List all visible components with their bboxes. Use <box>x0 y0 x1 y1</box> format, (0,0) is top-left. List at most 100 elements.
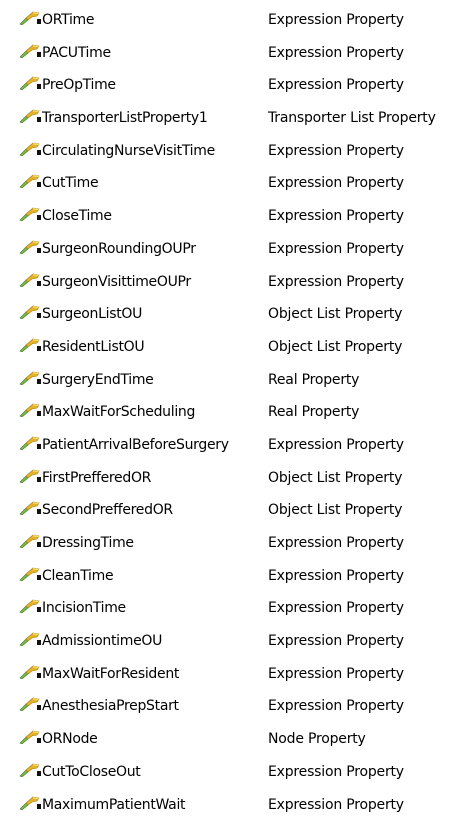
property-type: Expression Property <box>268 592 404 625</box>
property-row[interactable]: CloseTimeExpression Property <box>0 200 466 233</box>
property-wrench-icon <box>19 109 41 123</box>
property-wrench-icon <box>19 632 41 646</box>
property-type: Real Property <box>268 396 359 429</box>
property-wrench-icon <box>19 436 41 450</box>
property-name: CutTime <box>42 167 262 200</box>
property-name: PACUTime <box>42 37 262 70</box>
property-type: Object List Property <box>268 298 402 331</box>
property-type: Expression Property <box>268 69 404 102</box>
property-name: PreOpTime <box>42 69 262 102</box>
property-name: MaximumPatientWait <box>42 789 262 821</box>
property-name: ResidentListOU <box>42 331 262 364</box>
property-row[interactable]: PreOpTimeExpression Property <box>0 69 466 102</box>
property-name: DressingTime <box>42 527 262 560</box>
property-wrench-icon <box>19 567 41 581</box>
property-wrench-icon <box>19 599 41 613</box>
property-type: Expression Property <box>268 167 404 200</box>
property-wrench-icon <box>19 697 41 711</box>
property-row[interactable]: CleanTimeExpression Property <box>0 560 466 593</box>
property-type: Expression Property <box>268 200 404 233</box>
property-row[interactable]: TransporterListProperty1Transporter List… <box>0 102 466 135</box>
property-name: SecondPrefferedOR <box>42 494 262 527</box>
property-type: Expression Property <box>268 527 404 560</box>
property-wrench-icon <box>19 665 41 679</box>
property-row[interactable]: CutToCloseOutExpression Property <box>0 756 466 789</box>
property-name: SurgeonListOU <box>42 298 262 331</box>
property-type: Expression Property <box>268 560 404 593</box>
property-name: TransporterListProperty1 <box>42 102 262 135</box>
property-name: CleanTime <box>42 560 262 593</box>
property-name: CutToCloseOut <box>42 756 262 789</box>
property-row[interactable]: CirculatingNurseVisitTimeExpression Prop… <box>0 135 466 168</box>
property-name: CloseTime <box>42 200 262 233</box>
property-name: MaxWaitForResident <box>42 658 262 691</box>
property-row[interactable]: AnesthesiaPrepStartExpression Property <box>0 690 466 723</box>
property-row[interactable]: ORTimeExpression Property <box>0 4 466 37</box>
property-name: ORTime <box>42 4 262 37</box>
property-name: SurgeonVisittimeOUPr <box>42 266 262 299</box>
property-type: Transporter List Property <box>268 102 436 135</box>
property-wrench-icon <box>19 796 41 810</box>
property-type: Object List Property <box>268 494 402 527</box>
property-row[interactable]: MaxWaitForResidentExpression Property <box>0 658 466 691</box>
property-row[interactable]: DressingTimeExpression Property <box>0 527 466 560</box>
property-row[interactable]: SecondPrefferedORObject List Property <box>0 494 466 527</box>
property-row[interactable]: SurgeonListOUObject List Property <box>0 298 466 331</box>
property-wrench-icon <box>19 338 41 352</box>
property-type: Expression Property <box>268 266 404 299</box>
property-wrench-icon <box>19 501 41 515</box>
property-row[interactable]: IncisionTimeExpression Property <box>0 592 466 625</box>
property-type: Expression Property <box>268 135 404 168</box>
property-wrench-icon <box>19 207 41 221</box>
property-name: AnesthesiaPrepStart <box>42 690 262 723</box>
property-row[interactable]: AdmissiontimeOUExpression Property <box>0 625 466 658</box>
property-type: Expression Property <box>268 658 404 691</box>
property-row[interactable]: FirstPrefferedORObject List Property <box>0 462 466 495</box>
property-type: Expression Property <box>268 625 404 658</box>
property-row[interactable]: MaxWaitForSchedulingReal Property <box>0 396 466 429</box>
property-name: SurgeryEndTime <box>42 364 262 397</box>
property-wrench-icon <box>19 44 41 58</box>
property-wrench-icon <box>19 534 41 548</box>
property-list: ORTimeExpression PropertyPACUTimeExpress… <box>0 0 466 821</box>
property-row[interactable]: SurgeryEndTimeReal Property <box>0 364 466 397</box>
property-name: SurgeonRoundingOUPr <box>42 233 262 266</box>
property-row[interactable]: CutTimeExpression Property <box>0 167 466 200</box>
property-wrench-icon <box>19 730 41 744</box>
property-wrench-icon <box>19 763 41 777</box>
property-row[interactable]: MaximumPatientWaitExpression Property <box>0 789 466 821</box>
property-type: Node Property <box>268 723 366 756</box>
property-name: PatientArrivalBeforeSurgery <box>42 429 262 462</box>
property-type: Object List Property <box>268 462 402 495</box>
property-name: MaxWaitForScheduling <box>42 396 262 429</box>
property-type: Expression Property <box>268 233 404 266</box>
property-row[interactable]: PatientArrivalBeforeSurgeryExpression Pr… <box>0 429 466 462</box>
property-wrench-icon <box>19 174 41 188</box>
property-wrench-icon <box>19 11 41 25</box>
property-wrench-icon <box>19 273 41 287</box>
property-type: Expression Property <box>268 690 404 723</box>
property-type: Real Property <box>268 364 359 397</box>
property-row[interactable]: SurgeonVisittimeOUPrExpression Property <box>0 266 466 299</box>
property-wrench-icon <box>19 403 41 417</box>
property-type: Expression Property <box>268 4 404 37</box>
property-wrench-icon <box>19 240 41 254</box>
property-name: ORNode <box>42 723 262 756</box>
property-name: AdmissiontimeOU <box>42 625 262 658</box>
property-wrench-icon <box>19 142 41 156</box>
property-type: Expression Property <box>268 789 404 821</box>
property-row[interactable]: PACUTimeExpression Property <box>0 37 466 70</box>
property-wrench-icon <box>19 469 41 483</box>
property-name: CirculatingNurseVisitTime <box>42 135 262 168</box>
property-type: Object List Property <box>268 331 402 364</box>
property-wrench-icon <box>19 305 41 319</box>
property-wrench-icon <box>19 371 41 385</box>
property-type: Expression Property <box>268 429 404 462</box>
property-name: FirstPrefferedOR <box>42 462 262 495</box>
property-row[interactable]: ORNodeNode Property <box>0 723 466 756</box>
property-row[interactable]: ResidentListOUObject List Property <box>0 331 466 364</box>
property-type: Expression Property <box>268 756 404 789</box>
property-type: Expression Property <box>268 37 404 70</box>
property-row[interactable]: SurgeonRoundingOUPrExpression Property <box>0 233 466 266</box>
property-name: IncisionTime <box>42 592 262 625</box>
